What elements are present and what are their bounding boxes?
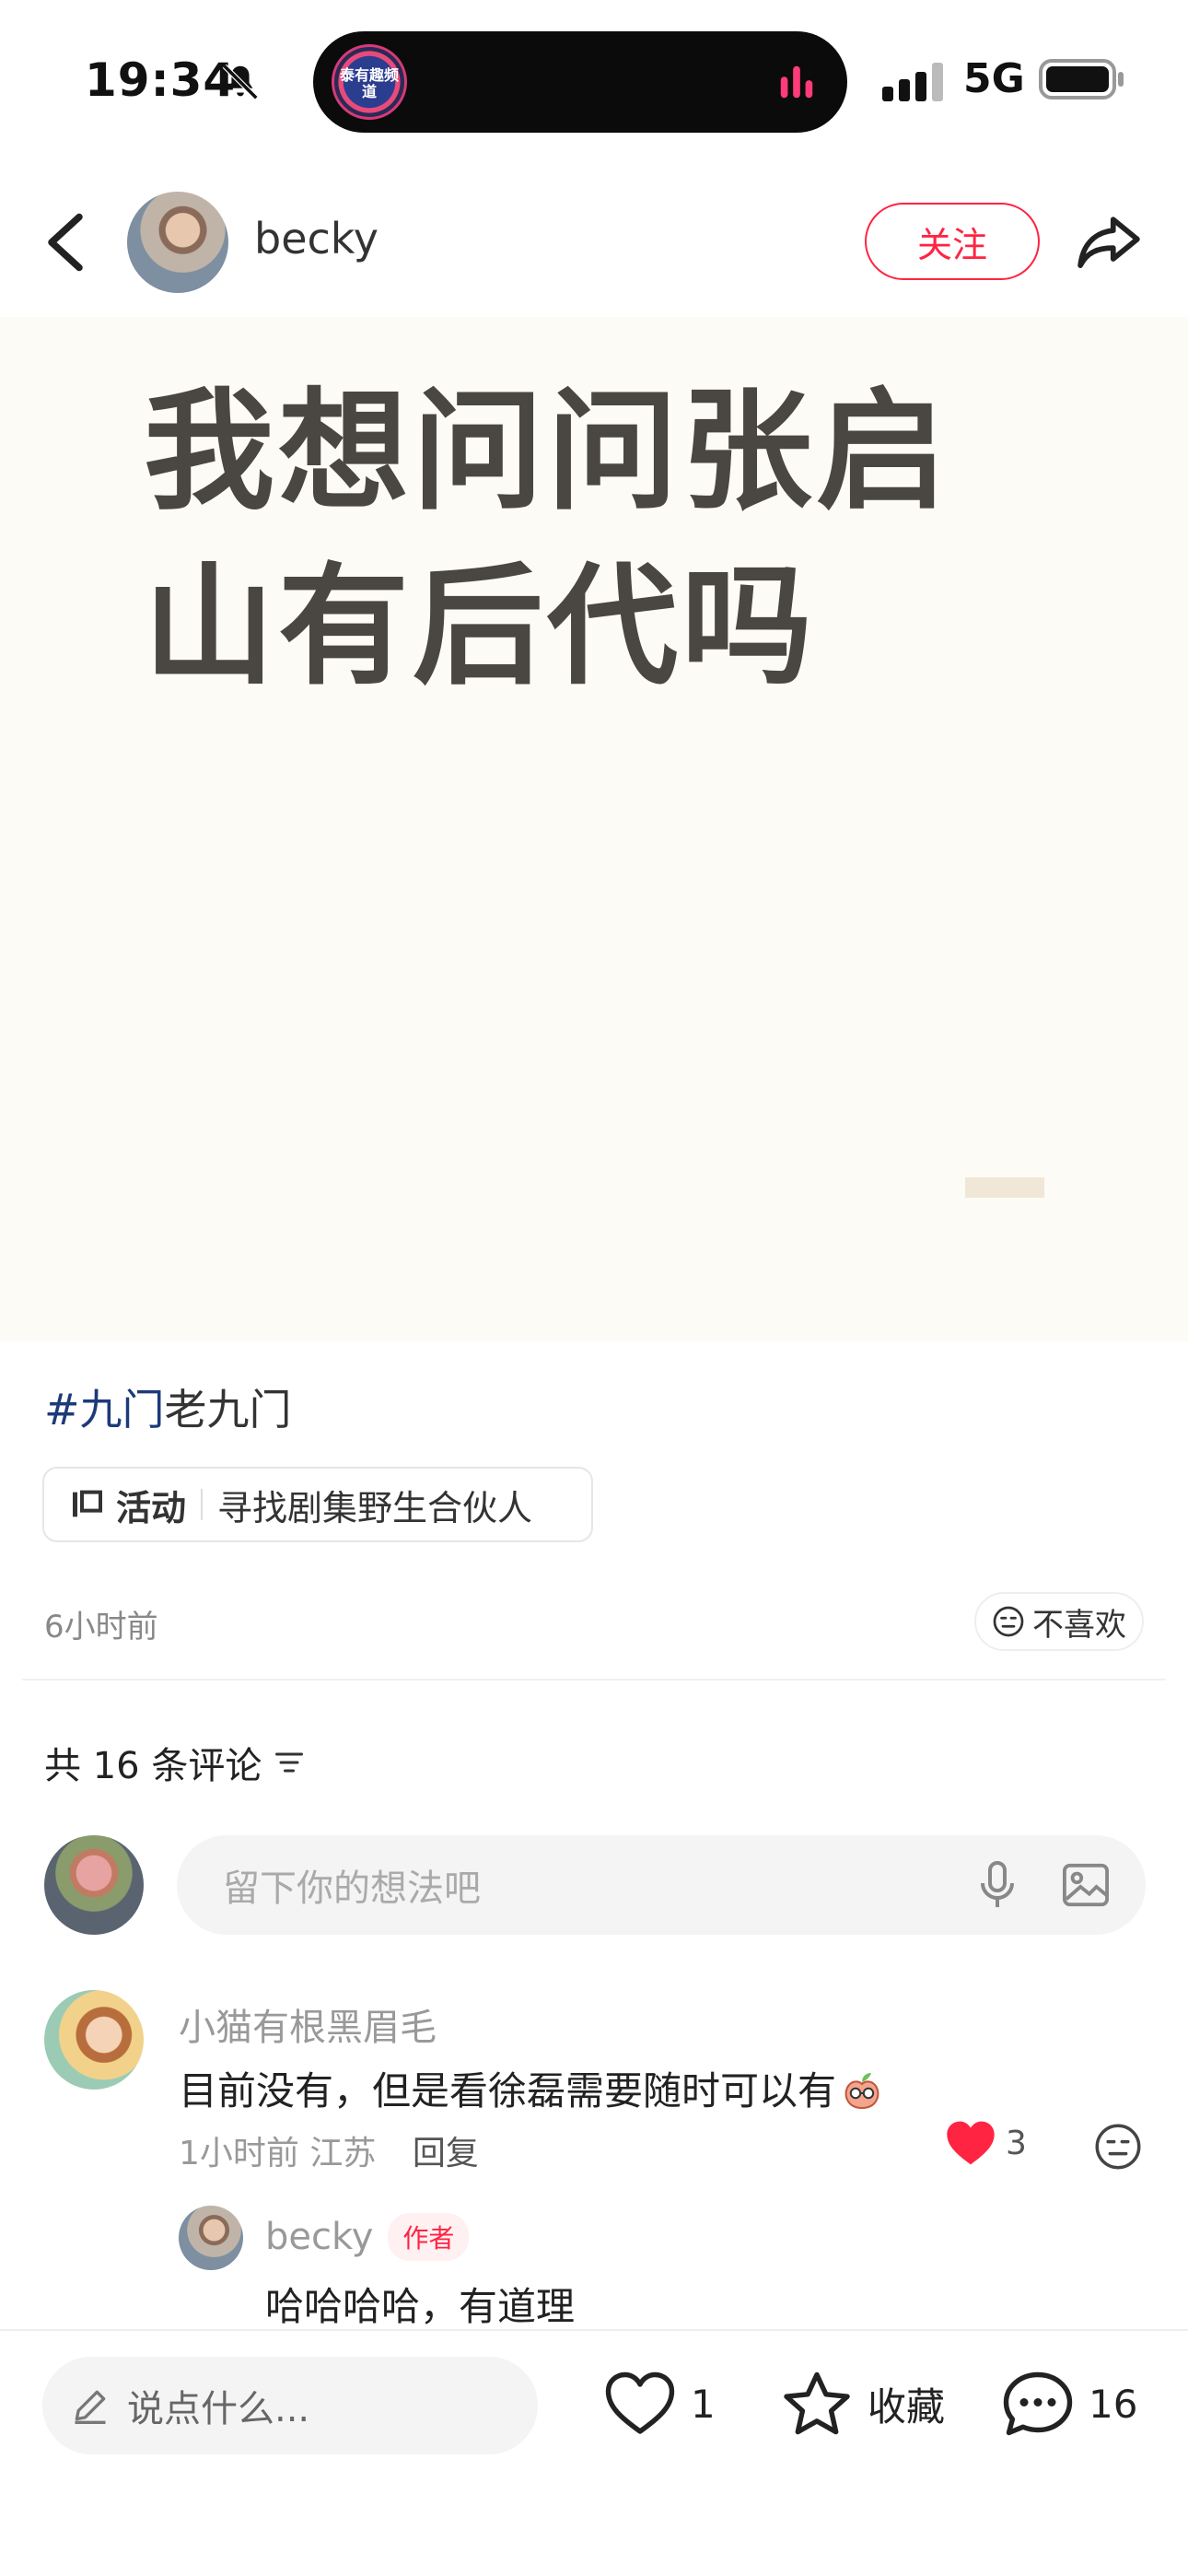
my-avatar	[44, 1835, 144, 1935]
comment-meta: 1小时前 江苏 回复	[179, 2126, 479, 2174]
back-icon[interactable]	[42, 210, 88, 275]
commenter-avatar[interactable]	[44, 1990, 144, 2090]
note-detail-page: 19:34 泰有趣频道 5G becky 关注 我想问问张启山有后代吗 #九门老…	[0, 0, 1188, 2576]
heart-icon	[605, 2371, 675, 2434]
follow-button[interactable]: 关注	[865, 203, 1040, 280]
comment-count[interactable]: 共 16 条评论	[44, 1736, 306, 1789]
reply-button[interactable]: 回复	[413, 2135, 479, 2172]
post-body-text: 老九门	[164, 1385, 292, 1434]
author-avatar[interactable]	[127, 192, 228, 293]
peach-glasses-emoji-icon	[844, 2073, 879, 2110]
collect-label: 收藏	[868, 2383, 946, 2430]
comment-location: 江苏	[309, 2135, 377, 2172]
author-badge: 作者	[388, 2213, 470, 2261]
post-tags: #九门老九门	[44, 1376, 292, 1437]
dislike-button[interactable]: 不喜欢	[974, 1592, 1144, 1651]
activity-chip[interactable]: 活动 寻找剧集野生合伙人	[42, 1467, 593, 1542]
activity-separator	[201, 1489, 204, 1520]
heart-filled-icon	[947, 2121, 995, 2165]
activity-text: 寻找剧集野生合伙人	[217, 1487, 533, 1528]
image-indicator	[965, 1177, 1044, 1198]
commenter-name[interactable]: 小猫有根黑眉毛	[179, 1997, 437, 2051]
collect-button[interactable]: 收藏	[781, 2370, 945, 2438]
comment-like-count: 3	[1006, 2124, 1027, 2162]
activity-icon	[73, 1490, 102, 1517]
reply-author: becky 作者	[265, 2213, 470, 2261]
comment-bubble-icon	[1003, 2371, 1073, 2436]
status-bar: 19:34 泰有趣频道 5G	[0, 0, 1188, 157]
post-image-text: 我想问问张启山有后代吗	[144, 376, 950, 703]
bottom-action-bar: 说点什么... 1 收藏 16	[0, 2329, 1188, 2576]
neutral-face-icon	[993, 1606, 1024, 1637]
say-something-input[interactable]: 说点什么...	[42, 2357, 538, 2454]
share-icon[interactable]	[1074, 206, 1144, 276]
reply-text[interactable]: 哈哈哈哈，有道理	[265, 2276, 575, 2332]
comment-dislike-icon[interactable]	[1094, 2123, 1142, 2171]
comment-total: 16	[1089, 2381, 1138, 2427]
network-type: 5G	[963, 55, 1025, 102]
like-button[interactable]: 1	[604, 2370, 716, 2438]
comment-button[interactable]: 16	[1002, 2370, 1137, 2438]
post-time: 6小时前	[44, 1609, 158, 1645]
sort-icon[interactable]	[273, 1746, 306, 1779]
channel-logo: 泰有趣频道	[332, 44, 407, 120]
reply-avatar[interactable]	[179, 2206, 243, 2270]
signal-icon	[882, 63, 943, 101]
say-placeholder: 说点什么...	[127, 2388, 310, 2430]
dynamic-island[interactable]: 泰有趣频道	[313, 31, 847, 133]
star-icon	[784, 2371, 850, 2435]
divider	[22, 1679, 1166, 1680]
dislike-label: 不喜欢	[1032, 1606, 1126, 1644]
comment-time: 1小时前	[179, 2135, 299, 2172]
hashtag-link[interactable]: #九门	[44, 1385, 165, 1434]
bell-muted-icon	[222, 64, 259, 100]
battery-icon	[1039, 59, 1124, 100]
comment-text[interactable]: 目前没有，但是看徐磊需要随时可以有	[179, 2060, 884, 2116]
like-count: 1	[691, 2381, 716, 2427]
activity-label: 活动	[116, 1487, 187, 1528]
status-time: 19:34	[85, 53, 237, 107]
reply-author-name[interactable]: becky	[265, 2216, 373, 2258]
author-name[interactable]: becky	[254, 214, 379, 263]
image-icon[interactable]	[1063, 1863, 1109, 1907]
pencil-icon	[75, 2390, 106, 2424]
note-header: becky 关注	[0, 175, 1188, 313]
audio-bars-icon	[780, 65, 813, 99]
microphone-icon[interactable]	[976, 1861, 1019, 1909]
comment-like-button[interactable]: 3	[945, 2119, 1027, 2167]
post-image[interactable]: 我想问问张启山有后代吗	[0, 317, 1188, 1341]
